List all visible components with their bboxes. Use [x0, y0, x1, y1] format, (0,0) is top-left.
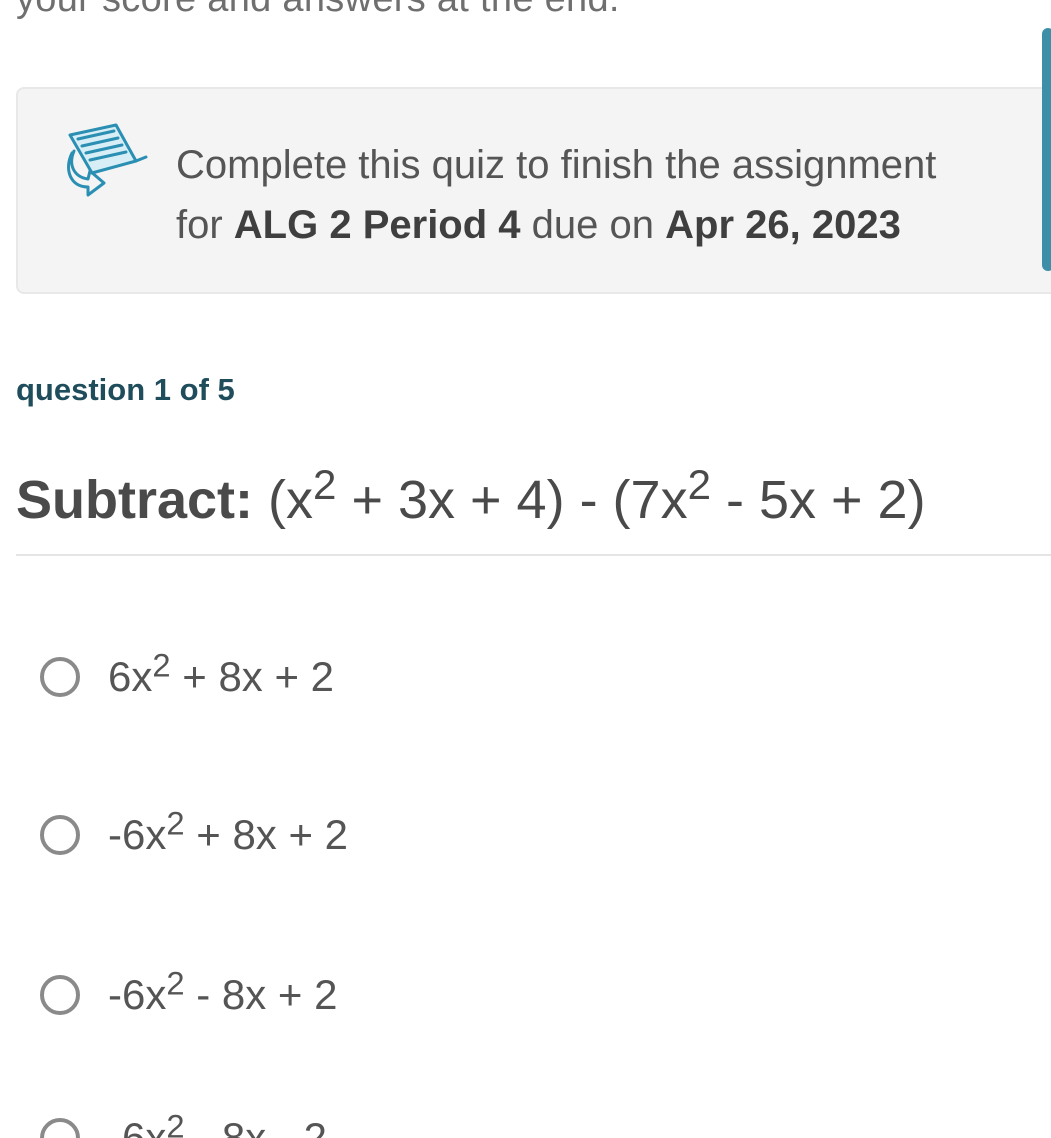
due-date: Apr 26, 2023 [665, 203, 901, 247]
assignment-notice: Complete this quiz to finish the assignm… [16, 87, 1051, 294]
divider [16, 554, 1051, 556]
assignment-mid: due on [520, 203, 666, 247]
option-text: -6x2 + 8x + 2 [108, 806, 349, 859]
option-rest: - 8x - 2 [184, 1114, 327, 1138]
option-term: -6x [108, 1114, 167, 1138]
option-term: 6x [108, 653, 153, 700]
option-text: -6x2 - 8x - 2 [108, 1109, 327, 1138]
prompt-part-1: (x [253, 470, 314, 530]
option-term: -6x [108, 971, 167, 1018]
option-exponent: 2 [166, 804, 185, 842]
question-counter: question 1 of 5 [16, 372, 235, 407]
radio-button-icon[interactable] [40, 657, 80, 697]
prompt-exponent-1: 2 [313, 461, 337, 509]
radio-button-icon[interactable] [40, 1118, 80, 1138]
course-name: ALG 2 Period 4 [233, 203, 521, 247]
option-rest: + 8x + 2 [170, 653, 335, 700]
assignment-prefix: for [176, 203, 234, 247]
assignment-text: Complete this quiz to finish the assignm… [176, 135, 936, 255]
radio-button-icon[interactable] [40, 815, 80, 855]
quiz-page: your score and answers at the end. Compl… [0, 0, 1051, 1138]
prompt-part-3: - 5x + 2) [711, 470, 926, 530]
intro-text: your score and answers at the end. [16, 0, 620, 21]
answer-option-1[interactable]: 6x2 + 8x + 2 [40, 647, 334, 707]
prompt-exponent-2: 2 [687, 461, 711, 509]
answer-option-4[interactable]: -6x2 - 8x - 2 [40, 1108, 327, 1138]
answer-option-3[interactable]: -6x2 - 8x + 2 [40, 965, 337, 1025]
answer-option-2[interactable]: -6x2 + 8x + 2 [40, 805, 348, 865]
option-text: 6x2 + 8x + 2 [108, 648, 335, 701]
assignment-doc-icon [67, 123, 148, 197]
option-exponent: 2 [166, 964, 185, 1002]
question-prompt: Subtract: (x2 + 3x + 4) - (7x2 - 5x + 2) [16, 463, 926, 537]
option-term: -6x [108, 811, 167, 858]
option-exponent: 2 [152, 646, 171, 684]
option-rest: + 8x + 2 [184, 811, 349, 858]
question-label: Subtract: [16, 470, 254, 530]
radio-button-icon[interactable] [40, 975, 80, 1015]
assignment-line-2: for ALG 2 Period 4 due on Apr 26, 2023 [176, 195, 936, 255]
prompt-part-2: + 3x + 4) - (7x [336, 470, 688, 530]
option-exponent: 2 [166, 1107, 185, 1138]
option-rest: - 8x + 2 [184, 971, 338, 1018]
assignment-line-1: Complete this quiz to finish the assignm… [176, 143, 937, 187]
option-text: -6x2 - 8x + 2 [108, 966, 338, 1019]
scroll-indicator[interactable] [1042, 28, 1051, 271]
